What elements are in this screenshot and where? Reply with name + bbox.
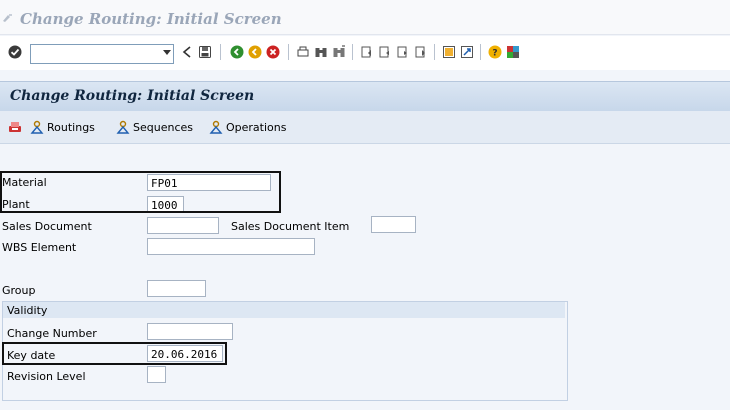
help-icon[interactable]: ? [488,45,502,59]
back-icon[interactable] [180,45,194,59]
change-number-field[interactable] [147,323,233,340]
routings-button[interactable]: Routings [30,119,95,135]
new-session-icon[interactable] [442,45,456,59]
command-input[interactable] [31,45,159,61]
shortcut-icon[interactable] [460,45,474,59]
sales-document-item-field[interactable] [371,216,416,233]
toolbar-separator [220,44,221,60]
annotation-highlight-box [2,342,227,365]
command-field[interactable] [30,44,174,64]
next-page-icon[interactable] [396,45,410,59]
last-page-icon[interactable] [414,45,428,59]
customize-layout-icon[interactable] [506,45,520,59]
enter-icon[interactable] [8,45,22,59]
other-routing-button[interactable] [8,119,22,135]
routing-tool-icon [9,122,21,132]
first-page-icon[interactable] [360,45,374,59]
window-title-bar: Change Routing: Initial Screen [0,0,730,35]
previous-page-icon[interactable] [378,45,392,59]
window-title: Change Routing: Initial Screen [20,10,282,28]
operations-button[interactable]: Operations [209,119,286,135]
operations-button-label: Operations [226,120,287,134]
toolbar-separator [288,44,289,60]
page-title: Change Routing: Initial Screen [10,88,255,104]
back-nav-icon[interactable] [230,45,244,59]
wbs-element-label: WBS Element [2,241,77,254]
toolbar-separator [480,44,481,60]
annotation-highlight-box [0,171,281,213]
validity-group-title: Validity [7,304,48,317]
toolbar-separator [352,44,353,60]
person-icon [30,120,44,134]
routings-button-label: Routings [47,120,95,134]
sequences-button[interactable]: Sequences [116,119,193,135]
change-number-label: Change Number [7,327,97,340]
screen-header: Change Routing: Initial Screen [0,81,730,112]
wbs-element-field[interactable] [147,238,315,255]
print-icon[interactable] [296,45,310,59]
cancel-icon[interactable] [266,45,280,59]
toolbar-separator [434,44,435,60]
chevron-down-icon[interactable] [163,50,171,55]
group-field[interactable] [147,280,206,297]
sales-document-item-label: Sales Document Item [231,220,350,233]
revision-level-field[interactable] [147,366,166,383]
revision-level-label: Revision Level [7,370,86,383]
exit-icon[interactable] [248,45,262,59]
sequences-button-label: Sequences [133,120,193,134]
find-icon[interactable] [314,45,328,59]
window-menu-icon[interactable] [2,12,14,24]
application-toolbar [0,111,730,144]
person-icon [116,120,130,134]
group-label: Group [2,284,36,297]
validity-group-header [3,302,565,318]
person-icon [209,120,223,134]
save-icon[interactable] [198,45,212,59]
svg-text:?: ? [492,49,497,59]
sales-document-field[interactable] [147,217,219,234]
sales-document-label: Sales Document [2,220,92,233]
find-next-icon[interactable] [332,45,346,59]
